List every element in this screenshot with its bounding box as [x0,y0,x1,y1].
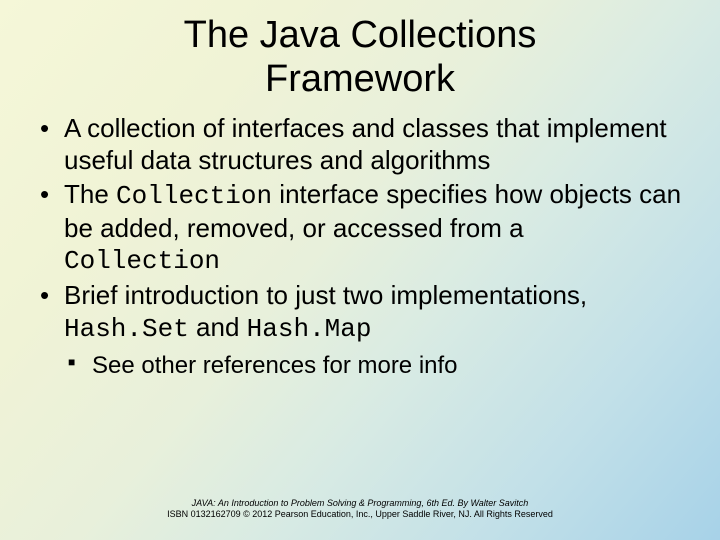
bullet-item-1: A collection of interfaces and classes t… [34,113,686,176]
bullet-item-2: The Collection interface specifies how o… [34,179,686,278]
code-hashmap: Hash.Map [247,314,372,344]
footer-line-1: JAVA: An Introduction to Problem Solving… [0,498,720,509]
code-collection-2: Collection [64,246,220,276]
bullet-3-pre: Brief introduction to just two implement… [64,280,587,310]
footer-line-2: ISBN 0132162709 © 2012 Pearson Education… [0,509,720,520]
bullet-2-pre: The [64,179,116,209]
sub-bullet-1: See other references for more info [34,351,686,381]
title-line-2: Framework [265,58,455,100]
code-collection-1: Collection [116,181,272,211]
sub-bullet-1-text: See other references for more info [92,352,458,379]
bullet-item-3: Brief introduction to just two implement… [34,280,686,345]
bullet-list: A collection of interfaces and classes t… [34,113,686,345]
sub-bullet-list: See other references for more info [34,351,686,381]
slide-title: The Java Collections Framework [0,0,720,101]
code-hashset: Hash.Set [64,314,189,344]
bullet-3-mid: and [189,312,247,342]
footer: JAVA: An Introduction to Problem Solving… [0,498,720,521]
title-line-1: The Java Collections [184,14,537,56]
slide-body: A collection of interfaces and classes t… [0,101,720,381]
bullet-1-text: A collection of interfaces and classes t… [64,113,667,175]
